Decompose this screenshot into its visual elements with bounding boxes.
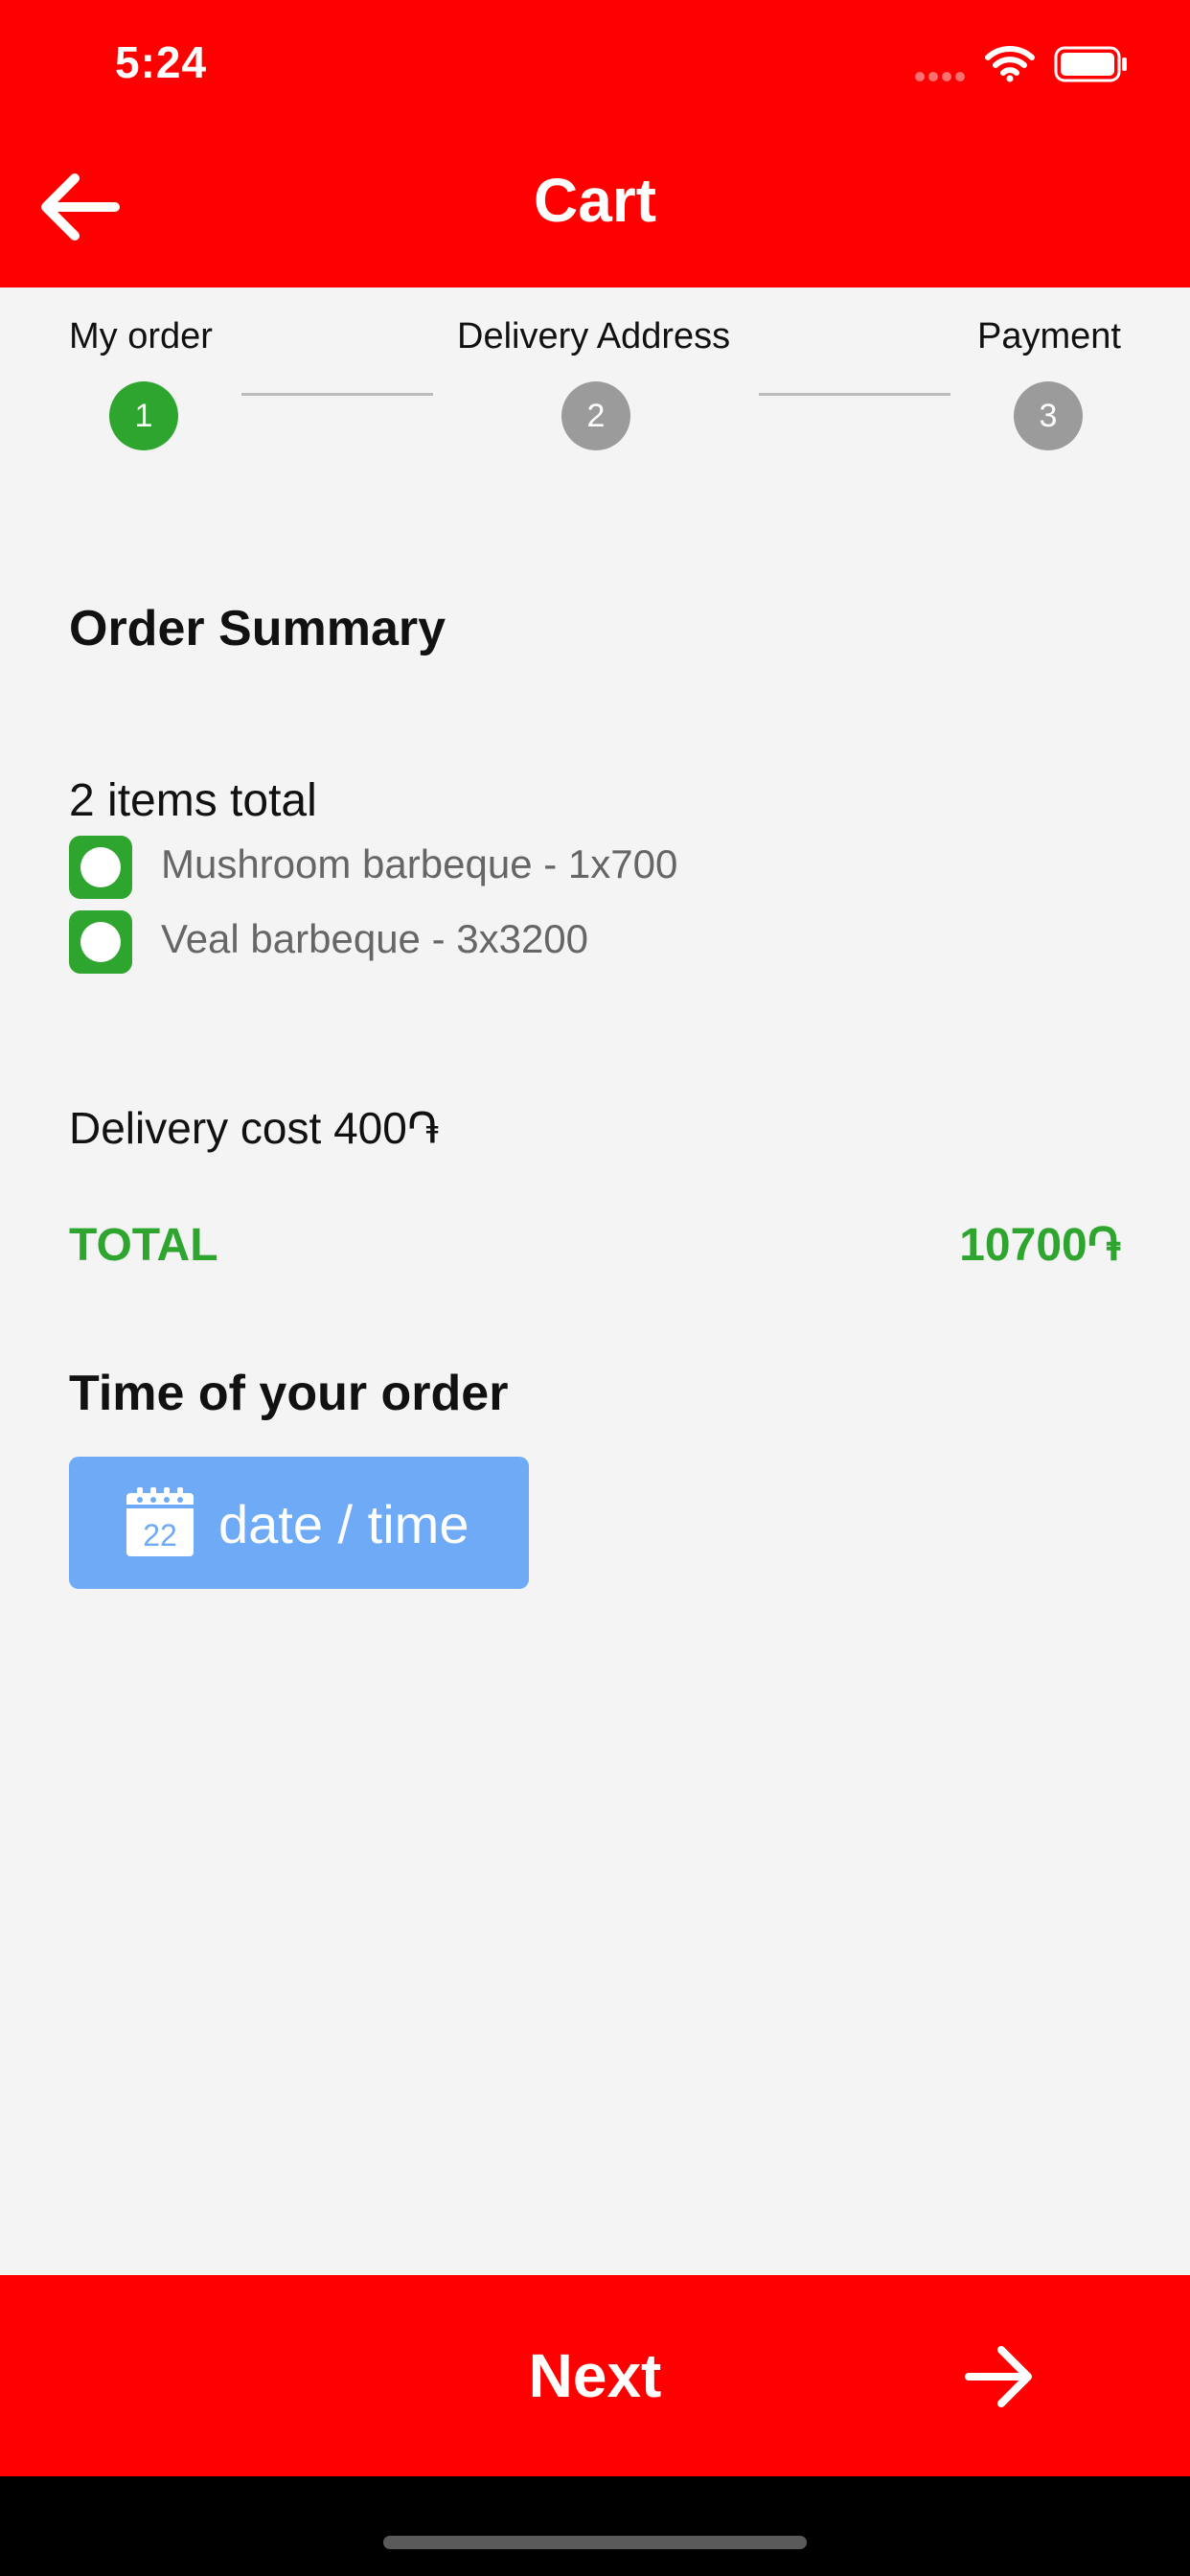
total-value: 10700֏	[959, 1220, 1121, 1271]
total-label: TOTAL	[69, 1220, 218, 1271]
item-label: Mushroom barbeque - 1x700	[161, 841, 678, 886]
delivery-cost: Delivery cost 400֏	[69, 1103, 440, 1153]
battery-icon	[1054, 46, 1127, 82]
order-summary-heading: Order Summary	[69, 601, 446, 656]
date-time-button[interactable]: 22 date / time	[69, 1457, 529, 1589]
step-label-delivery-address: Delivery Address	[457, 316, 731, 356]
arrow-right-icon	[965, 2346, 1032, 2407]
item-checkbox[interactable]	[69, 910, 132, 974]
order-time-heading: Time of your order	[69, 1366, 509, 1421]
items-total: 2 items total	[69, 775, 317, 826]
date-time-button-label: date / time	[218, 1494, 469, 1554]
status-time: 5:24	[115, 37, 208, 87]
home-indicator-area	[0, 2476, 1190, 2576]
calendar-day: 22	[143, 1518, 177, 1552]
next-button[interactable]: Next	[0, 2275, 1190, 2476]
wifi-icon	[985, 46, 1035, 82]
step-label-my-order: My order	[69, 316, 213, 356]
calendar-icon: 22	[126, 1487, 194, 1556]
home-indicator[interactable]	[383, 2536, 807, 2549]
step-1-indicator[interactable]: 1	[109, 381, 178, 450]
app-header: 5:24 Cart	[0, 0, 1190, 288]
step-label-payment: Payment	[977, 316, 1121, 356]
item-label: Veal barbeque - 3x3200	[161, 916, 589, 961]
cellular-signal-icon	[915, 69, 969, 86]
step-3-indicator[interactable]: 3	[1014, 381, 1083, 450]
step-2-indicator[interactable]: 2	[561, 381, 630, 450]
page-title: Cart	[533, 166, 657, 235]
step-connector	[241, 393, 433, 396]
item-checkbox[interactable]	[69, 836, 132, 899]
step-connector	[759, 393, 950, 396]
